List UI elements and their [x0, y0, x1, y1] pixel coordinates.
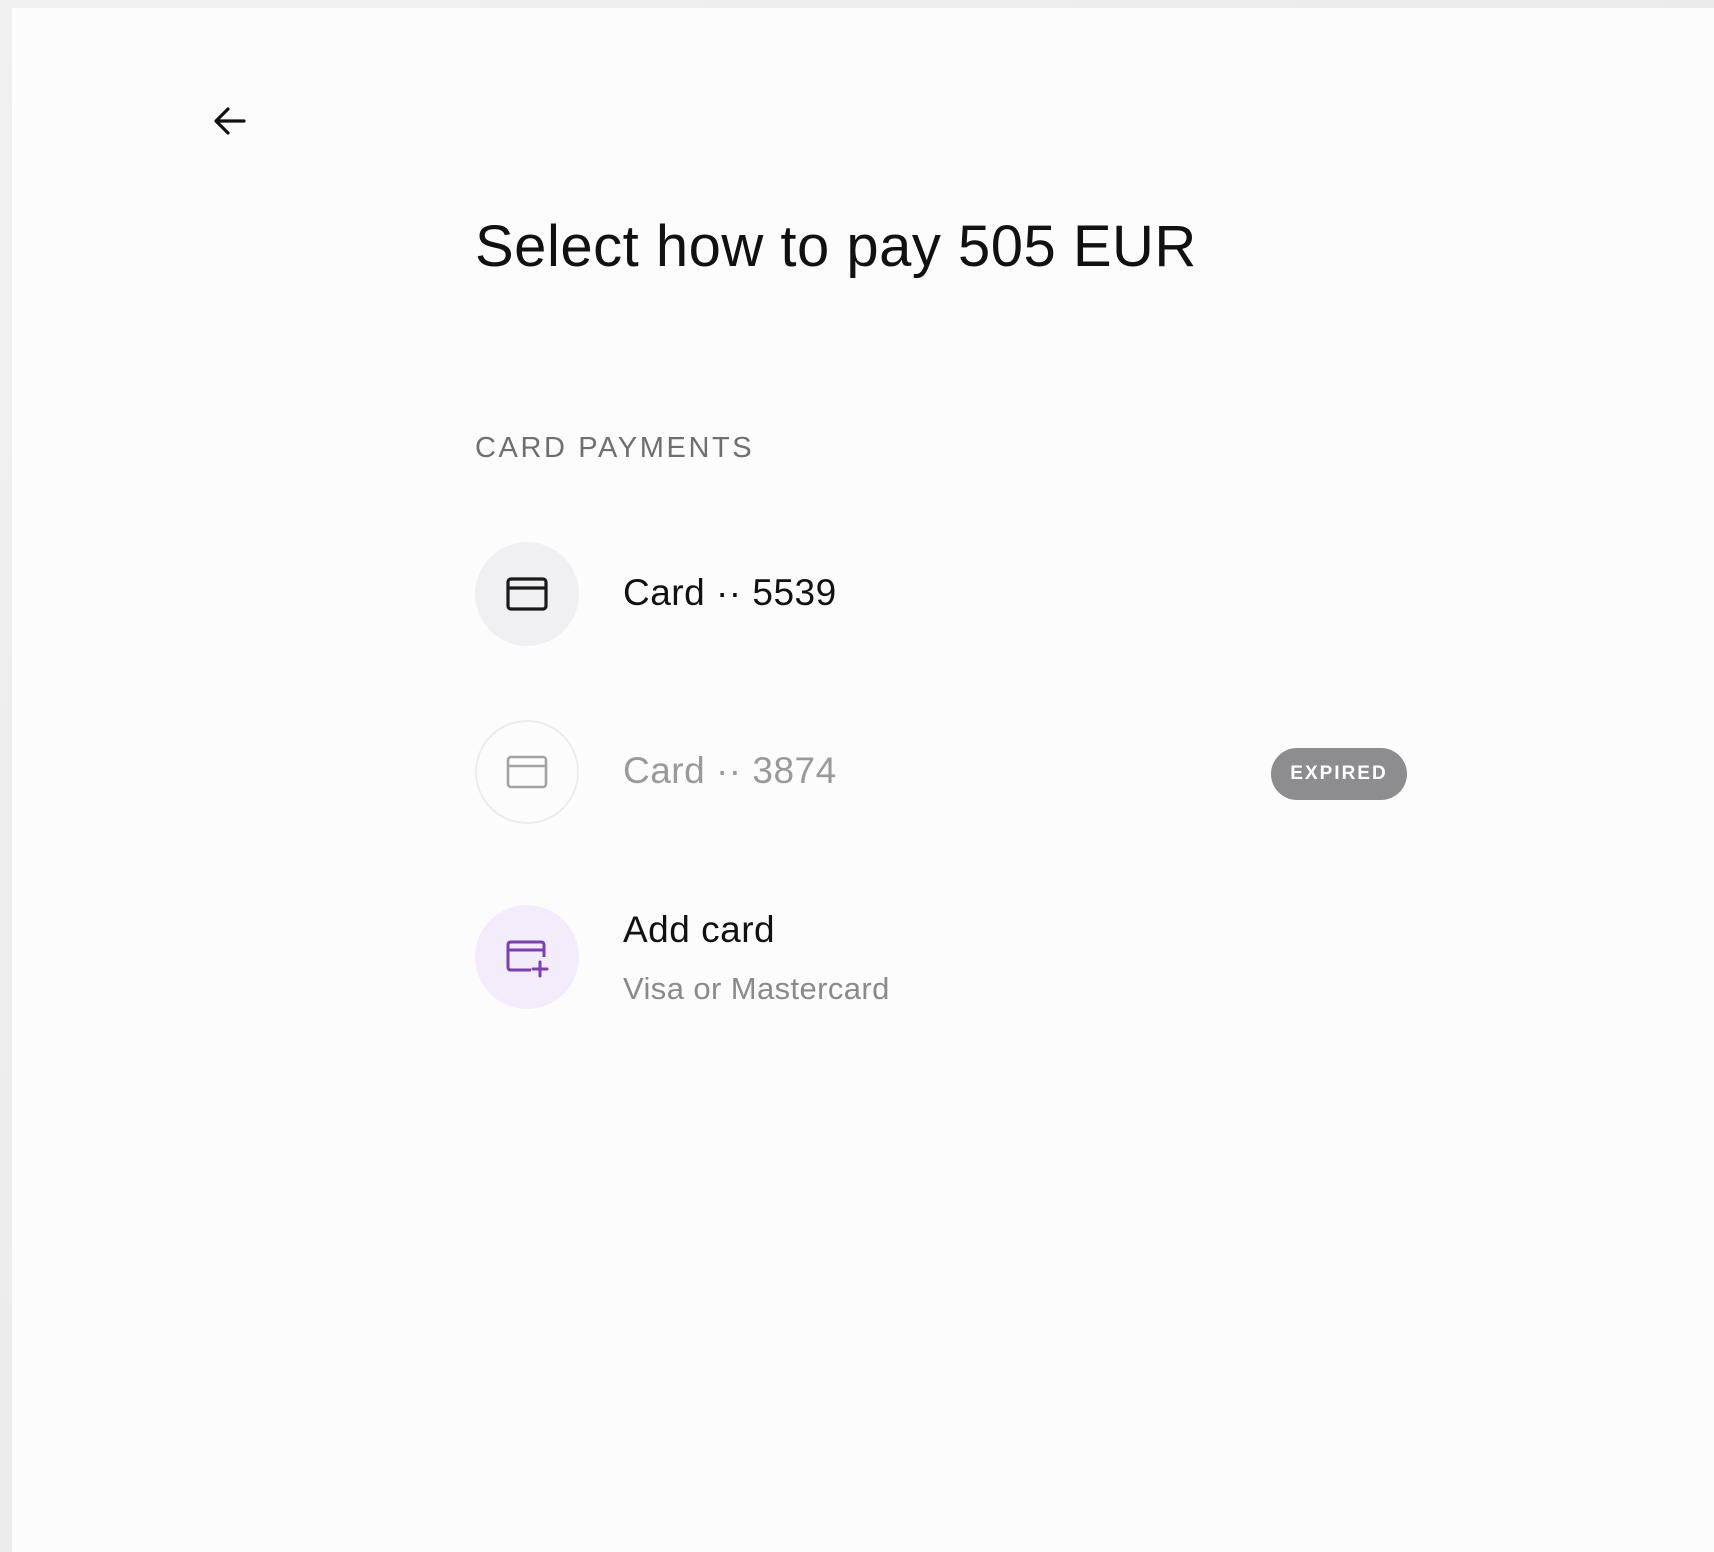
credit-card-icon	[506, 755, 548, 789]
add-card-icon	[506, 940, 549, 978]
back-button[interactable]	[202, 96, 258, 146]
page-title: Select how to pay 505 EUR	[475, 214, 1197, 279]
credit-card-icon	[506, 577, 548, 611]
card-option-5539[interactable]: Card ·· 5539	[475, 542, 1415, 646]
expired-badge: EXPIRED	[1271, 748, 1407, 800]
card-icon-circle	[475, 542, 579, 646]
add-card-label: Add card	[623, 909, 776, 950]
card-icon-circle	[475, 720, 579, 824]
add-card-icon-circle	[475, 905, 579, 1009]
section-label-card-payments: CARD PAYMENTS	[475, 432, 755, 464]
card-option-label: Card ·· 3874	[623, 750, 837, 791]
card-option-3874[interactable]: Card ·· 3874 EXPIRED	[475, 720, 1415, 824]
add-card-option[interactable]: Add card Visa or Mastercard	[475, 905, 1415, 1009]
arrow-left-icon	[214, 107, 246, 135]
payment-method-panel: Select how to pay 505 EUR CARD PAYMENTS …	[12, 8, 1714, 1552]
add-card-sublabel: Visa or Mastercard	[623, 971, 890, 1006]
card-option-label: Card ·· 5539	[623, 572, 837, 613]
